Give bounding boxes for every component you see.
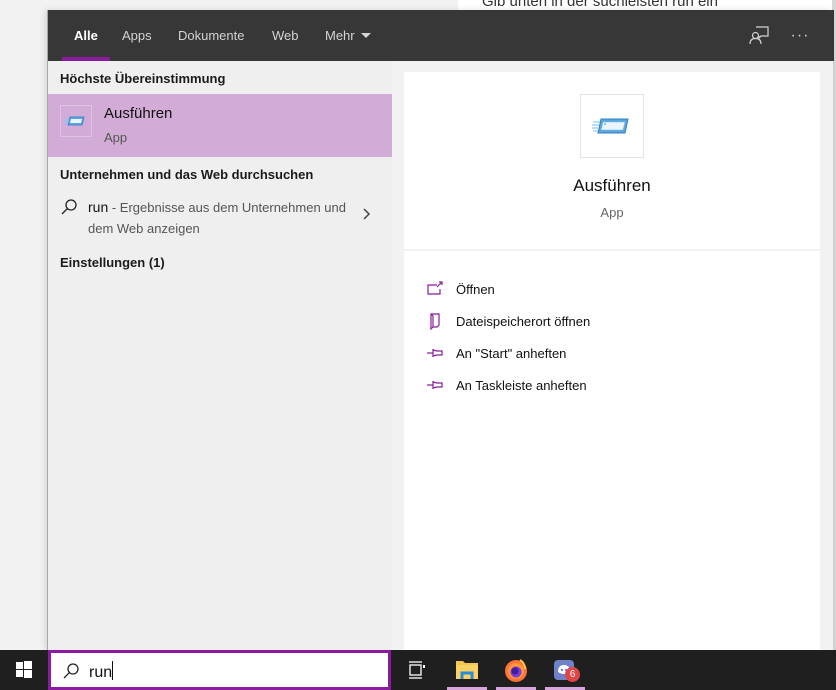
file-location-icon <box>430 313 440 330</box>
tab-label: Apps <box>122 28 152 43</box>
web-search-heading: Unternehmen und das Web durchsuchen <box>60 167 314 182</box>
search-icon <box>61 199 77 215</box>
search-filter-bar: Alle Apps Dokumente Web Mehr ··· <box>48 10 834 61</box>
text-cursor <box>112 661 114 680</box>
action-open[interactable]: Öffnen <box>426 278 786 302</box>
task-view-icon <box>409 661 425 679</box>
search-text: run <box>89 664 113 681</box>
pin-icon <box>427 349 443 357</box>
pane-gap <box>392 61 404 650</box>
firefox-icon <box>505 659 527 682</box>
run-app-icon <box>60 105 92 137</box>
best-match-heading: Höchste Übereinstimmung <box>60 71 226 86</box>
taskbar-firefox[interactable] <box>492 650 540 690</box>
results-list: Höchste Übereinstimmung Ausführen App Un… <box>48 61 392 650</box>
notification-badge: 6 <box>565 667 580 682</box>
feedback-button[interactable] <box>746 23 772 49</box>
action-label: An "Start" anheften <box>456 346 567 361</box>
tab-dokumente[interactable]: Dokumente <box>178 10 244 61</box>
search-flyout: Alle Apps Dokumente Web Mehr ··· Höchste… <box>47 10 834 650</box>
settings-heading[interactable]: Einstellungen (1) <box>60 255 165 270</box>
web-search-result[interactable]: run - Ergebnisse aus dem Unternehmen und… <box>48 194 392 242</box>
chevron-down-icon <box>360 33 371 38</box>
more-options-icon: ··· <box>790 27 810 44</box>
tab-apps[interactable]: Apps <box>122 10 152 61</box>
tab-label: Web <box>272 28 299 43</box>
preview-app-subtitle: App <box>600 205 624 220</box>
more-options-button[interactable]: ··· <box>787 23 813 49</box>
web-search-query: run <box>88 199 109 215</box>
tab-label: Mehr <box>325 28 355 43</box>
divider <box>404 249 820 251</box>
taskbar-file-explorer[interactable] <box>443 650 491 690</box>
tab-web[interactable]: Web <box>272 10 299 61</box>
best-match-title: Ausführen <box>104 105 173 122</box>
action-pin-to-start[interactable]: An "Start" anheften <box>426 342 786 366</box>
web-search-description: - Ergebnisse aus dem Unternehmen und dem… <box>88 200 346 236</box>
tab-alle[interactable]: Alle <box>62 10 110 61</box>
windows-logo-icon <box>16 661 32 678</box>
action-label: Öffnen <box>456 282 495 297</box>
start-button[interactable] <box>0 650 48 690</box>
best-match-result[interactable]: Ausführen App <box>48 94 392 157</box>
taskbar: run 6 <box>0 650 836 690</box>
action-label: An Taskleiste anheften <box>456 378 587 393</box>
action-pin-to-taskbar[interactable]: An Taskleiste anheften <box>426 374 786 398</box>
tab-label: Alle <box>74 28 98 43</box>
action-open-file-location[interactable]: Dateispeicherort öffnen <box>426 310 786 334</box>
preview-pane: Ausführen App Öffnen Dateispeicherort öf… <box>404 72 820 650</box>
taskbar-search-input[interactable]: run <box>48 650 391 690</box>
taskbar-discord[interactable]: 6 <box>541 650 589 690</box>
pin-icon <box>427 381 443 389</box>
search-icon <box>63 663 79 679</box>
task-view-button[interactable] <box>392 650 440 690</box>
feedback-icon <box>749 26 769 45</box>
action-label: Dateispeicherort öffnen <box>456 314 591 329</box>
preview-app-title: Ausführen <box>573 176 651 195</box>
tab-mehr[interactable]: Mehr <box>325 10 371 61</box>
web-search-text: run - Ergebnisse aus dem Unternehmen und… <box>88 197 348 239</box>
chevron-right-icon[interactable] <box>360 207 374 221</box>
file-explorer-icon <box>456 661 478 679</box>
search-value: run <box>89 661 114 682</box>
background-document-text: Gib unten in der suchleisten run ein <box>482 0 718 10</box>
run-app-icon <box>580 94 644 158</box>
open-icon <box>427 281 443 295</box>
tab-label: Dokumente <box>178 28 245 43</box>
best-match-subtitle: App <box>104 130 128 145</box>
